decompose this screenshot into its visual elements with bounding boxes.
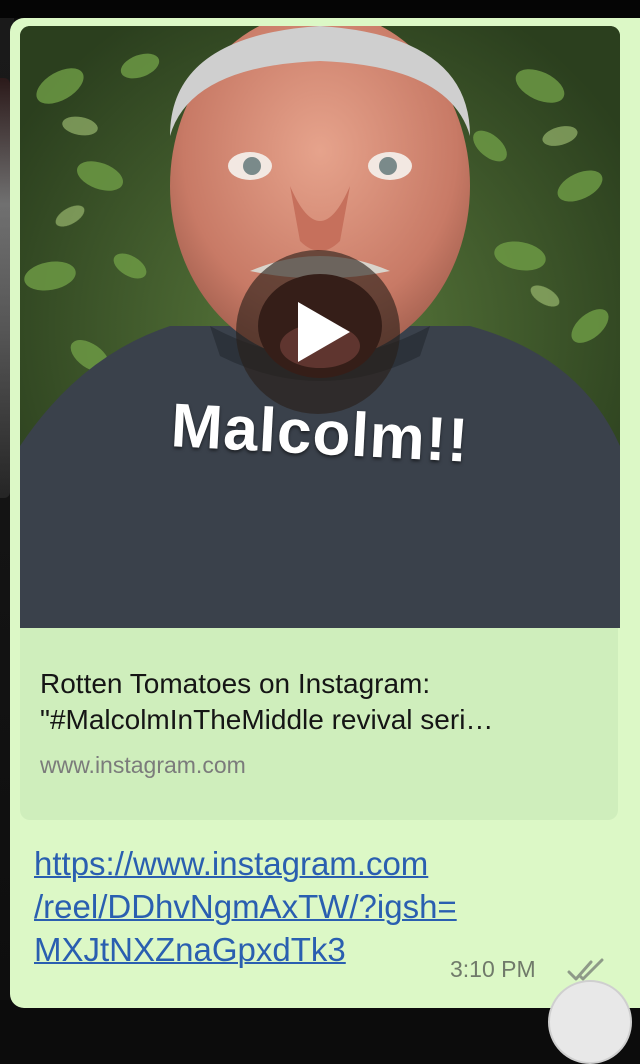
message-link[interactable]: https://www.instagram.com /reel/DDhvNgmA… <box>34 842 554 971</box>
video-thumbnail[interactable]: Malcolm!! <box>20 26 620 628</box>
play-icon <box>298 302 350 362</box>
top-bar <box>0 0 640 18</box>
link-preview-title-line1: Rotten Tomatoes on Instagram: <box>40 668 431 699</box>
message-timestamp: 3:10 PM <box>450 956 536 982</box>
play-button[interactable] <box>236 250 400 414</box>
link-preview-title: Rotten Tomatoes on Instagram: "#MalcolmI… <box>40 666 600 738</box>
link-line-2[interactable]: /reel/DDhvNgmAxTW/?igsh= <box>34 885 554 928</box>
link-preview-card[interactable]: Rotten Tomatoes on Instagram: "#MalcolmI… <box>20 628 618 820</box>
link-preview-title-line2: "#MalcolmInTheMiddle revival seri… <box>40 704 494 735</box>
link-line-1[interactable]: https://www.instagram.com <box>34 842 554 885</box>
scroll-down-button[interactable] <box>548 980 632 1064</box>
link-preview-domain: www.instagram.com <box>40 752 246 778</box>
